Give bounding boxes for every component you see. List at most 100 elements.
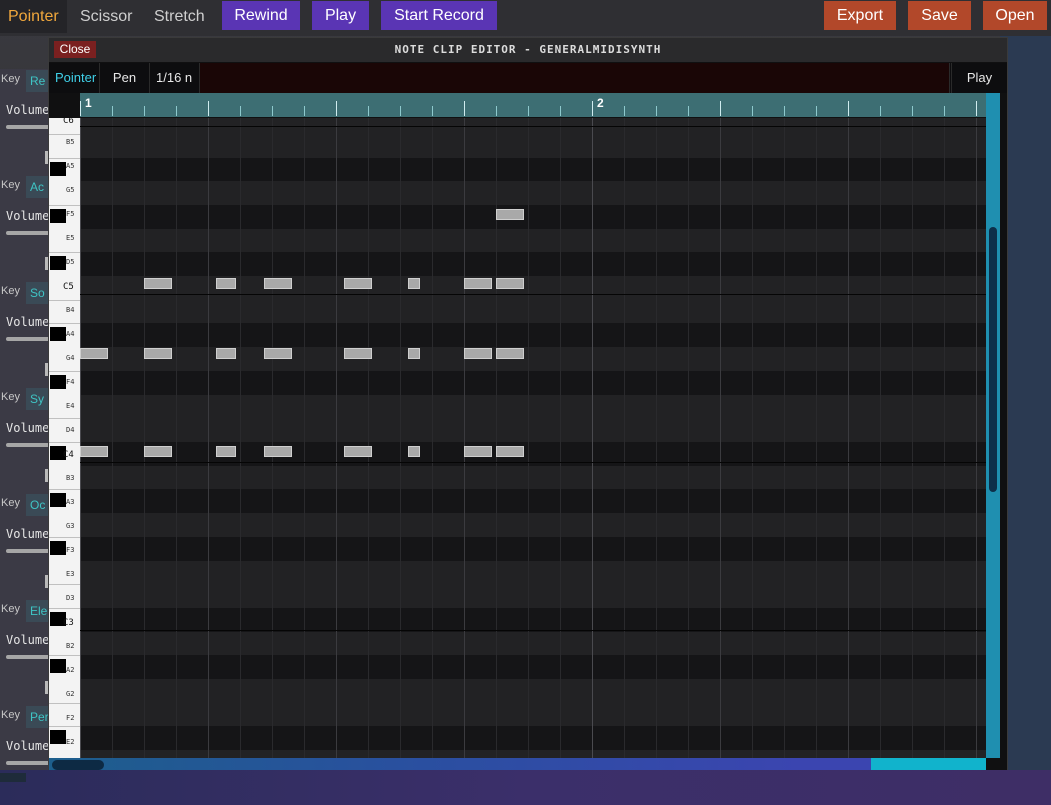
grid-row[interactable] xyxy=(80,584,986,608)
midi-note[interactable] xyxy=(408,446,420,457)
grid-row[interactable] xyxy=(80,133,986,158)
midi-note[interactable] xyxy=(496,348,524,359)
grid-row[interactable] xyxy=(80,655,986,680)
midi-note[interactable] xyxy=(216,278,236,289)
save-button[interactable]: Save xyxy=(908,1,971,30)
bottom-scroll-thumb[interactable] xyxy=(0,773,26,782)
volume-slider[interactable] xyxy=(6,549,50,553)
grid-row[interactable] xyxy=(80,513,986,537)
midi-note[interactable] xyxy=(408,278,420,289)
grid-row[interactable] xyxy=(80,204,986,229)
open-button[interactable]: Open xyxy=(983,1,1047,30)
grid-row[interactable] xyxy=(80,607,986,632)
piano-black-key[interactable] xyxy=(50,161,66,176)
volume-slider[interactable] xyxy=(6,231,50,235)
bottom-scrollbar[interactable] xyxy=(0,770,1051,805)
volume-slider[interactable] xyxy=(6,337,50,341)
ruler-tick xyxy=(176,106,177,116)
grid-row[interactable] xyxy=(80,181,986,205)
midi-note[interactable] xyxy=(496,209,524,220)
editor-pointer-tool[interactable]: Pointer xyxy=(49,63,100,93)
grid-row[interactable] xyxy=(80,299,986,324)
grid-row[interactable] xyxy=(80,679,986,703)
note-grid[interactable] xyxy=(80,118,986,758)
editor-play-button[interactable]: Play xyxy=(951,63,1007,93)
ruler-tick xyxy=(464,101,465,116)
vertical-scroll-thumb[interactable] xyxy=(989,227,997,492)
midi-note[interactable] xyxy=(264,446,292,457)
grid-line xyxy=(144,118,145,758)
grid-row[interactable] xyxy=(80,726,986,751)
piano-black-key[interactable] xyxy=(50,659,66,674)
vertical-scrollbar[interactable] xyxy=(986,93,1000,758)
grid-row[interactable] xyxy=(80,750,986,758)
volume-slider[interactable] xyxy=(6,443,50,447)
piano-black-key[interactable] xyxy=(50,540,66,555)
track-key-label[interactable]: Key xyxy=(1,497,20,509)
horizontal-scroll-thumb[interactable] xyxy=(52,760,104,770)
midi-note[interactable] xyxy=(344,348,372,359)
export-button[interactable]: Export xyxy=(824,1,896,30)
midi-note[interactable] xyxy=(144,348,172,359)
editor-pen-tool[interactable]: Pen xyxy=(100,63,150,93)
grid-line xyxy=(688,118,689,758)
track-key-label[interactable]: Key xyxy=(1,709,20,721)
midi-note[interactable] xyxy=(464,278,492,289)
grid-row[interactable] xyxy=(80,157,986,182)
stretch-tool[interactable]: Stretch xyxy=(146,0,213,33)
ruler-tick xyxy=(304,106,305,116)
editor-info-field xyxy=(200,63,950,93)
volume-slider[interactable] xyxy=(6,655,50,659)
midi-note[interactable] xyxy=(408,348,420,359)
midi-note[interactable] xyxy=(464,348,492,359)
grid-row[interactable] xyxy=(80,465,986,490)
track-key-label[interactable]: Key xyxy=(1,73,20,85)
track-key-label[interactable]: Key xyxy=(1,179,20,191)
midi-note[interactable] xyxy=(496,278,524,289)
grid-row[interactable] xyxy=(80,702,986,727)
scissor-tool[interactable]: Scissor xyxy=(72,0,140,33)
grid-row[interactable] xyxy=(80,631,986,656)
grid-row[interactable] xyxy=(80,370,986,395)
grid-row[interactable] xyxy=(80,394,986,419)
piano-black-key[interactable] xyxy=(50,374,66,389)
pointer-tool[interactable]: Pointer xyxy=(0,0,67,33)
midi-note[interactable] xyxy=(80,348,108,359)
piano-black-key[interactable] xyxy=(50,493,66,508)
close-button[interactable]: Close xyxy=(54,41,96,58)
grid-row[interactable] xyxy=(80,489,986,514)
track-key-label[interactable]: Key xyxy=(1,603,20,615)
grid-row[interactable] xyxy=(80,418,986,442)
start-record-button[interactable]: Start Record xyxy=(381,1,497,30)
grid-row[interactable] xyxy=(80,536,986,561)
piano-black-key[interactable] xyxy=(50,256,66,271)
grid-row[interactable] xyxy=(80,323,986,348)
grid-row[interactable] xyxy=(80,228,986,253)
midi-note[interactable] xyxy=(344,446,372,457)
volume-slider[interactable] xyxy=(6,125,50,129)
ruler-tick xyxy=(336,101,337,116)
midi-note[interactable] xyxy=(496,446,524,457)
midi-note[interactable] xyxy=(344,278,372,289)
midi-note[interactable] xyxy=(216,348,236,359)
piano-black-key[interactable] xyxy=(50,208,66,223)
track-key-label[interactable]: Key xyxy=(1,285,20,297)
midi-note[interactable] xyxy=(264,348,292,359)
rewind-button[interactable]: Rewind xyxy=(222,1,300,30)
midi-note[interactable] xyxy=(144,278,172,289)
grid-row[interactable] xyxy=(80,252,986,277)
piano-black-key[interactable] xyxy=(50,327,66,342)
timeline-ruler[interactable]: 1 2 xyxy=(80,93,986,117)
piano-keyboard[interactable]: C6 B5 A5 G5 F5 E5 D5 C5 B4 A4 G4 F4 E4 D4 C4 B3 A3 G3 F3 E3… xyxy=(49,118,80,758)
midi-note[interactable] xyxy=(216,446,236,457)
midi-note[interactable] xyxy=(144,446,172,457)
track-key-label[interactable]: Key xyxy=(1,391,20,403)
midi-note[interactable] xyxy=(464,446,492,457)
volume-slider[interactable] xyxy=(6,761,50,765)
piano-black-key[interactable] xyxy=(50,730,66,745)
quantize-select[interactable]: 1/16 n xyxy=(150,63,200,93)
midi-note[interactable] xyxy=(264,278,292,289)
midi-note[interactable] xyxy=(80,446,108,457)
grid-row[interactable] xyxy=(80,560,986,585)
play-button[interactable]: Play xyxy=(312,1,369,30)
